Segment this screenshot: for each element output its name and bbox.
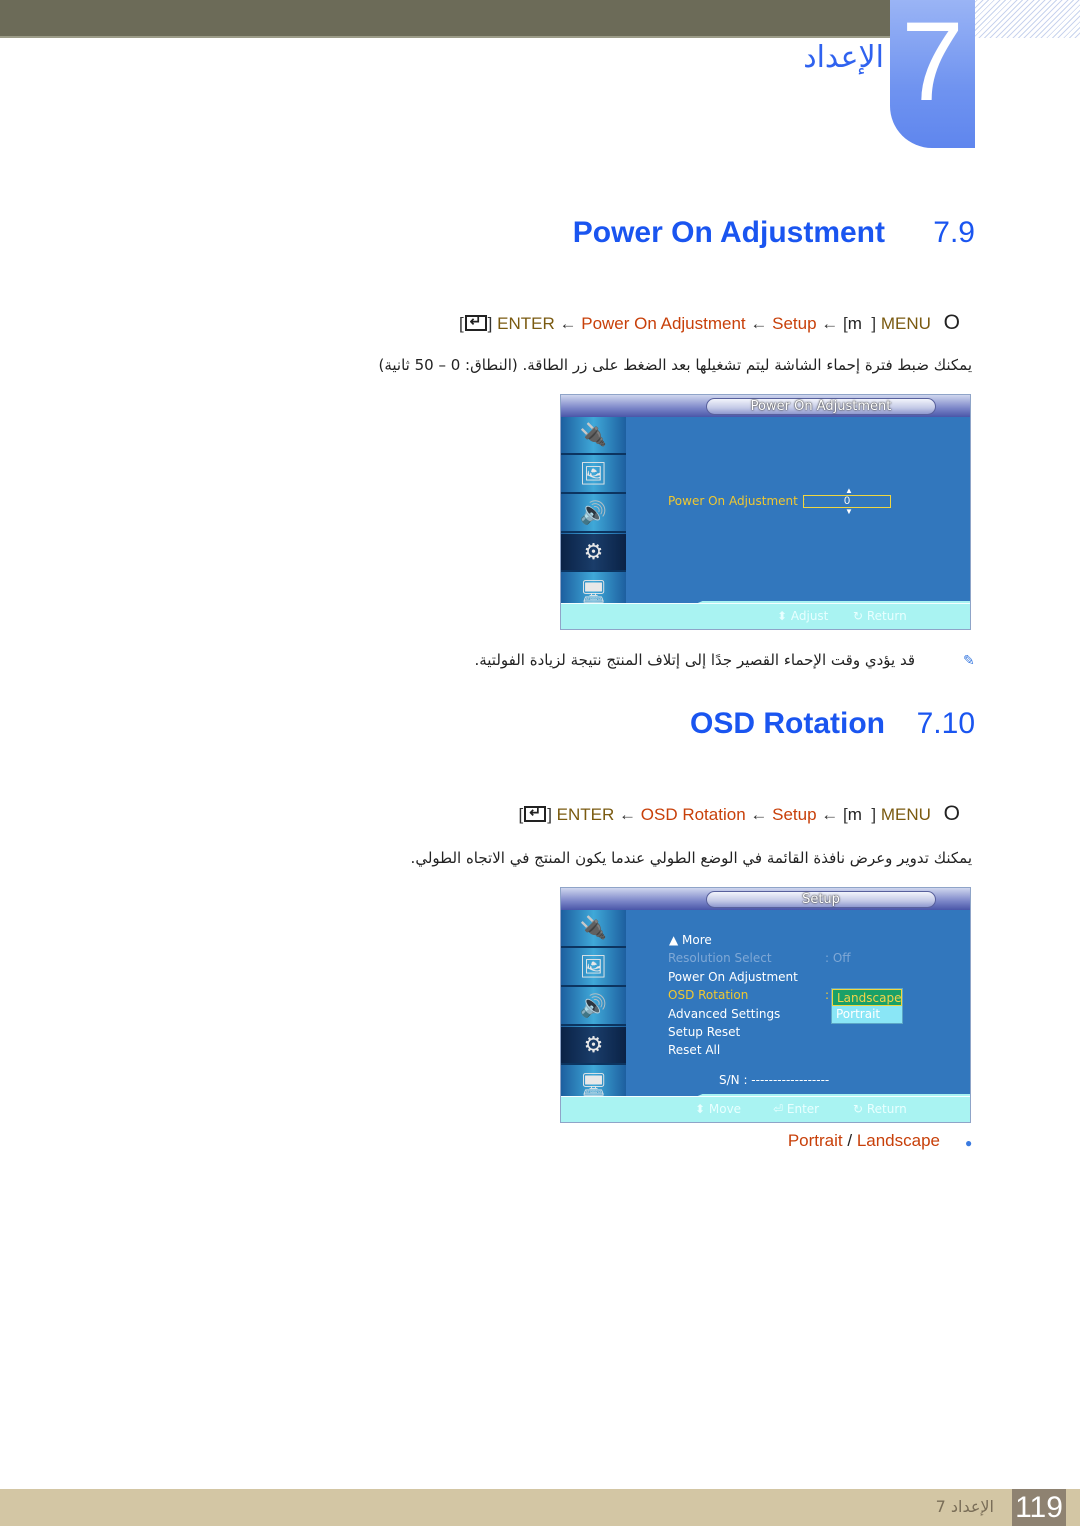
adjust-hint: ⬍ Adjust [777,609,829,623]
osd-footer: ⬍ Adjust ↻ Return [561,603,970,629]
menu-icon: m [847,805,862,824]
chapter-tab: 7 [890,0,975,148]
dropdown-option-portrait[interactable]: Portrait [832,1006,902,1023]
rotation-dropdown[interactable]: Landscape Portrait [831,988,903,1024]
osd-rotation-colon: : [825,988,830,1002]
rotation-options: Portrait / Landscape [787,1131,940,1150]
menu-item-power-on-adjustment[interactable]: Power On Adjustment [668,970,798,984]
setup-icon: ⚙ [561,1027,626,1065]
chapter-number: 7 [901,0,964,124]
return-hint: ↻ Return [853,1102,907,1116]
note-icon: ✎ [963,652,975,668]
enter-icon [524,804,547,822]
up-arrow-icon: ▲ [845,486,853,495]
osd-header: Setup [561,888,970,910]
section-title-power-on: Power On Adjustment [572,216,885,249]
menu-item-resolution-select: Resolution Select [668,951,772,965]
field-label: Power On Adjustment : [668,494,806,508]
sound-icon: 🔊 [561,495,626,533]
picture-icon: 🖼 [561,949,626,987]
osd-header-title: Setup [706,891,936,908]
bullet-icon: ● [965,1136,973,1150]
setup-icon: ⚙ [561,534,626,572]
bullet-circle: O [943,802,960,825]
osd-sidebar: 🔌 🖼 🔊 ⚙ 🖥 [561,417,626,609]
enter-icon [464,313,487,331]
menu-path-power-on: [] ENTER ← Power On Adjustment ← Setup ←… [459,311,960,335]
hatch-decoration [975,0,1080,38]
dropdown-option-landscape[interactable]: Landscape [832,989,902,1006]
page-footer [0,1489,1080,1526]
osd-sidebar: 🔌 🖼 🔊 ⚙ 🖥 [561,910,626,1102]
serial-number: S/N : ------------------ [719,1073,830,1087]
menu-item-advanced-settings[interactable]: Advanced Settings [668,1007,780,1021]
note-power-on: قد يؤدي وقت الإحماء القصير جدًا إلى إتلا… [474,651,915,669]
page-number: 119 [1012,1489,1066,1526]
top-banner [0,0,890,38]
move-hint: ⬍ Move [695,1102,742,1116]
chapter-title: الإعداد [803,40,884,75]
enter-hint: ⏎ Enter [773,1102,820,1116]
return-hint: ↻ Return [853,609,907,623]
more-item[interactable]: ▲ More [669,933,712,947]
down-arrow-icon: ▼ [845,507,853,516]
picture-icon: 🖼 [561,456,626,494]
osd-screen-power-on: Power On Adjustment 🔌 🖼 🔊 ⚙ 🖥 Power On A… [560,394,971,630]
section-number-osd-rotation: 7.10 [916,707,975,740]
section-number-power-on: 7.9 [933,216,975,249]
osd-footer: ⬍ Move ⏎ Enter ↻ Return [561,1096,970,1122]
sound-icon: 🔊 [561,988,626,1026]
menu-icon: m [847,314,862,333]
osd-header-title: Power On Adjustment [706,398,936,415]
section-title-osd-rotation: OSD Rotation [690,707,885,740]
resolution-select-value: : Off [825,951,851,965]
footer-chapter-label: الإعداد 7 [935,1497,994,1516]
menu-path-osd-rotation: [] ENTER ← OSD Rotation ← Setup ← [m ] M… [518,802,960,826]
menu-item-osd-rotation[interactable]: OSD Rotation [668,988,748,1002]
osd-screen-setup: Setup 🔌 🖼 🔊 ⚙ 🖥 ▲ More Resolution Select… [560,887,971,1123]
bullet-circle: O [943,311,960,334]
input-icon: 🔌 [561,910,626,948]
description-power-on: يمكنك ضبط فترة إحماء الشاشة ليتم تشغيلها… [378,356,972,374]
osd-header: Power On Adjustment [561,395,970,417]
menu-item-setup-reset[interactable]: Setup Reset [668,1025,740,1039]
description-osd-rotation: يمكنك تدوير وعرض نافذة القائمة في الوضع … [410,849,972,867]
input-icon: 🔌 [561,417,626,455]
menu-item-reset-all[interactable]: Reset All [668,1043,720,1057]
